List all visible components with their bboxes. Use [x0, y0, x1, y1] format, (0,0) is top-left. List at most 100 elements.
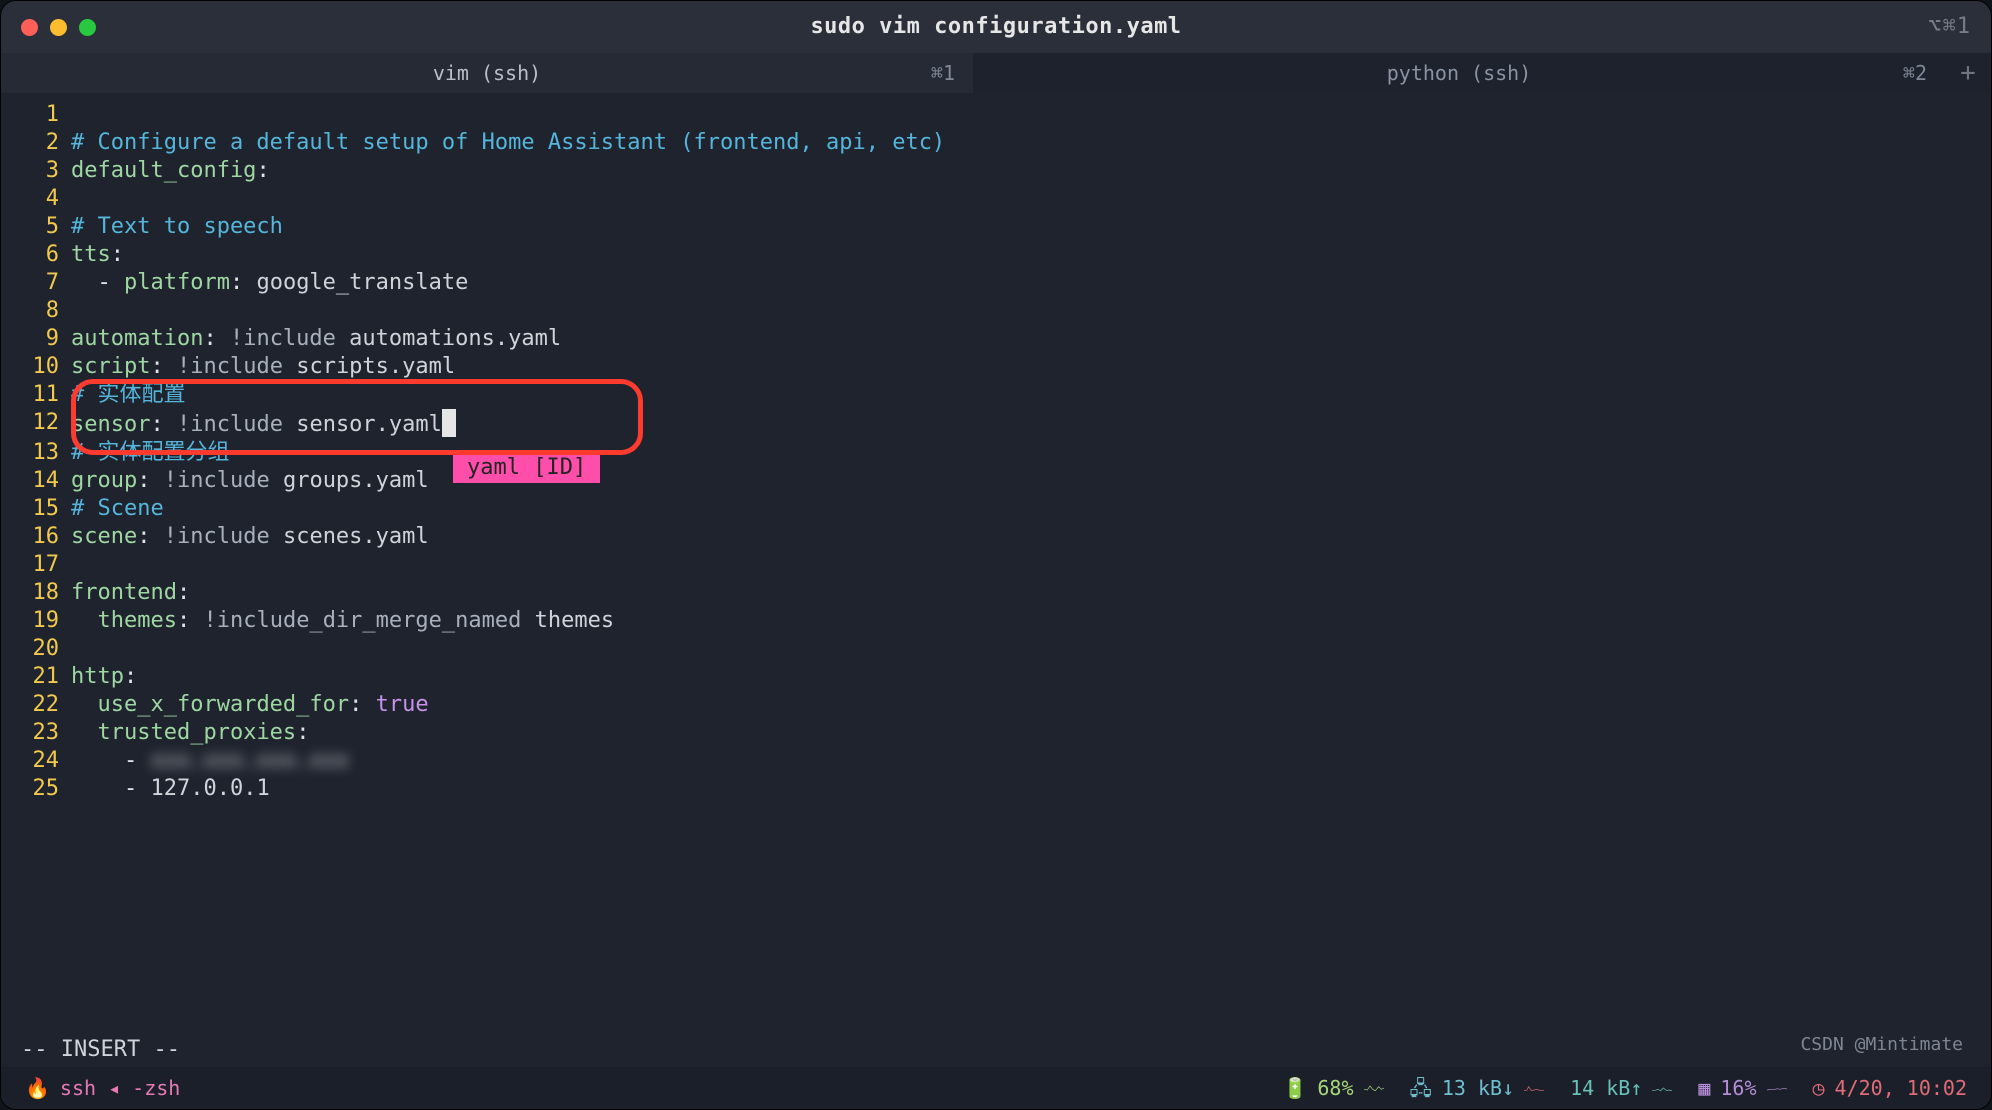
line-number: 3 — [1, 157, 71, 185]
line-number: 19 — [1, 607, 71, 635]
line-number: 10 — [1, 353, 71, 381]
window-shortcut-hint: ⌥⌘1 — [1928, 13, 1971, 41]
line-number: 20 — [1, 635, 71, 663]
code-content: automation: !include automations.yaml — [71, 325, 561, 353]
code-content: - xxx.xxx.xxx.xxx — [71, 747, 349, 775]
line-number: 22 — [1, 691, 71, 719]
editor[interactable]: 12# Configure a default setup of Home As… — [1, 93, 1991, 1067]
code-line[interactable]: 25 - 127.0.0.1 — [1, 775, 1991, 803]
titlebar: sudo vim configuration.yaml ⌥⌘1 — [1, 1, 1991, 53]
line-number: 12 — [1, 409, 71, 439]
code-content: - 127.0.0.1 — [71, 775, 270, 803]
highlight-rectangle — [71, 379, 643, 455]
tab-shortcut: ⌘1 — [931, 59, 955, 87]
code-line[interactable]: 10script: !include scripts.yaml — [1, 353, 1991, 381]
code-line[interactable]: 20 — [1, 635, 1991, 663]
completion-popup[interactable]: yaml [ID] — [453, 453, 600, 483]
clock-text: 4/20, 10:02 — [1835, 1074, 1967, 1102]
code-content: scene: !include scenes.yaml — [71, 523, 429, 551]
net-down-indicator: 🖧 13 kB↓ — [1410, 1074, 1545, 1102]
code-content: # Scene — [71, 495, 164, 523]
line-number: 17 — [1, 551, 71, 579]
line-number: 18 — [1, 579, 71, 607]
code-line[interactable]: 9automation: !include automations.yaml — [1, 325, 1991, 353]
clock-icon: ◷ — [1813, 1074, 1825, 1102]
tab-python[interactable]: python (ssh) ⌘2 — [973, 53, 1945, 93]
sparkline-icon — [1524, 1078, 1544, 1098]
code-line[interactable]: 2# Configure a default setup of Home Ass… — [1, 129, 1991, 157]
line-number: 1 — [1, 101, 71, 129]
code-content: default_config: — [71, 157, 270, 185]
line-number: 2 — [1, 129, 71, 157]
line-number: 24 — [1, 747, 71, 775]
code-line[interactable]: 3default_config: — [1, 157, 1991, 185]
code-content: - platform: google_translate — [71, 269, 468, 297]
tab-bar: vim (ssh) ⌘1 python (ssh) ⌘2 + — [1, 53, 1991, 93]
line-number: 11 — [1, 381, 71, 409]
code-content: # Configure a default setup of Home Assi… — [71, 129, 945, 157]
code-line[interactable]: 8 — [1, 297, 1991, 325]
code-line[interactable]: 17 — [1, 551, 1991, 579]
code-line[interactable]: 21http: — [1, 663, 1991, 691]
code-content: # Text to speech — [71, 213, 283, 241]
sparkline-icon — [1652, 1078, 1672, 1098]
terminal-window: sudo vim configuration.yaml ⌥⌘1 vim (ssh… — [0, 0, 1992, 1110]
code-content: tts: — [71, 241, 124, 269]
code-content: trusted_proxies: — [71, 719, 309, 747]
code-content: script: !include scripts.yaml — [71, 353, 455, 381]
tab-label: python (ssh) — [1387, 59, 1532, 87]
tmux-statusbar: 🔥 ssh ◂ -zsh 🔋 68% 🖧 13 kB↓ 14 kB↑ ▦ 16%… — [1, 1067, 1991, 1109]
tab-vim[interactable]: vim (ssh) ⌘1 — [1, 53, 973, 93]
cpu-text: 16% — [1720, 1074, 1756, 1102]
code-line[interactable]: 1 — [1, 101, 1991, 129]
code-content: http: — [71, 663, 137, 691]
line-number: 25 — [1, 775, 71, 803]
cpu-icon: ▦ — [1698, 1074, 1710, 1102]
code-content: frontend: — [71, 579, 190, 607]
line-number: 15 — [1, 495, 71, 523]
line-number: 21 — [1, 663, 71, 691]
line-number: 16 — [1, 523, 71, 551]
line-number: 6 — [1, 241, 71, 269]
completion-item: yaml [ID] — [467, 454, 586, 482]
line-number: 13 — [1, 439, 71, 467]
process-indicator: 🔥 ssh ◂ -zsh — [25, 1074, 180, 1102]
code-line[interactable]: 16scene: !include scenes.yaml — [1, 523, 1991, 551]
net-up-indicator: 14 kB↑ — [1570, 1074, 1672, 1102]
window-title: sudo vim configuration.yaml — [1, 13, 1991, 41]
battery-icon: 🔋 — [1282, 1074, 1307, 1102]
code-line[interactable]: 14group: !include groups.yaml — [1, 467, 1991, 495]
add-tab-button[interactable]: + — [1945, 53, 1991, 93]
code-content: group: !include groups.yaml — [71, 467, 429, 495]
tab-label: vim (ssh) — [433, 59, 541, 87]
cpu-indicator: ▦ 16% — [1698, 1074, 1786, 1102]
code-line[interactable]: 18frontend: — [1, 579, 1991, 607]
battery-text: 68% — [1317, 1074, 1353, 1102]
code-line[interactable]: 23 trusted_proxies: — [1, 719, 1991, 747]
line-number: 14 — [1, 467, 71, 495]
watermark: CSDN @Mintimate — [1800, 1031, 1963, 1059]
clock-indicator: ◷ 4/20, 10:02 — [1813, 1074, 1968, 1102]
process-text: ssh ◂ -zsh — [60, 1074, 180, 1102]
net-down-text: 13 kB↓ — [1442, 1074, 1514, 1102]
code-line[interactable]: 5# Text to speech — [1, 213, 1991, 241]
sparkline-icon — [1364, 1078, 1384, 1098]
tab-shortcut: ⌘2 — [1903, 59, 1927, 87]
code-line[interactable]: 6tts: — [1, 241, 1991, 269]
code-line[interactable]: 24 - xxx.xxx.xxx.xxx — [1, 747, 1991, 775]
code-line[interactable]: 19 themes: !include_dir_merge_named them… — [1, 607, 1991, 635]
code-line[interactable]: 7 - platform: google_translate — [1, 269, 1991, 297]
code-line[interactable]: 22 use_x_forwarded_for: true — [1, 691, 1991, 719]
line-number: 23 — [1, 719, 71, 747]
line-number: 5 — [1, 213, 71, 241]
net-up-text: 14 kB↑ — [1570, 1074, 1642, 1102]
network-icon: 🖧 — [1410, 1074, 1432, 1102]
line-number: 7 — [1, 269, 71, 297]
code-line[interactable]: 15# Scene — [1, 495, 1991, 523]
code-content: use_x_forwarded_for: true — [71, 691, 429, 719]
vim-mode: -- INSERT -- — [21, 1036, 180, 1064]
code-line[interactable]: 4 — [1, 185, 1991, 213]
line-number: 9 — [1, 325, 71, 353]
battery-indicator: 🔋 68% — [1282, 1074, 1383, 1102]
fire-icon: 🔥 — [25, 1074, 50, 1102]
